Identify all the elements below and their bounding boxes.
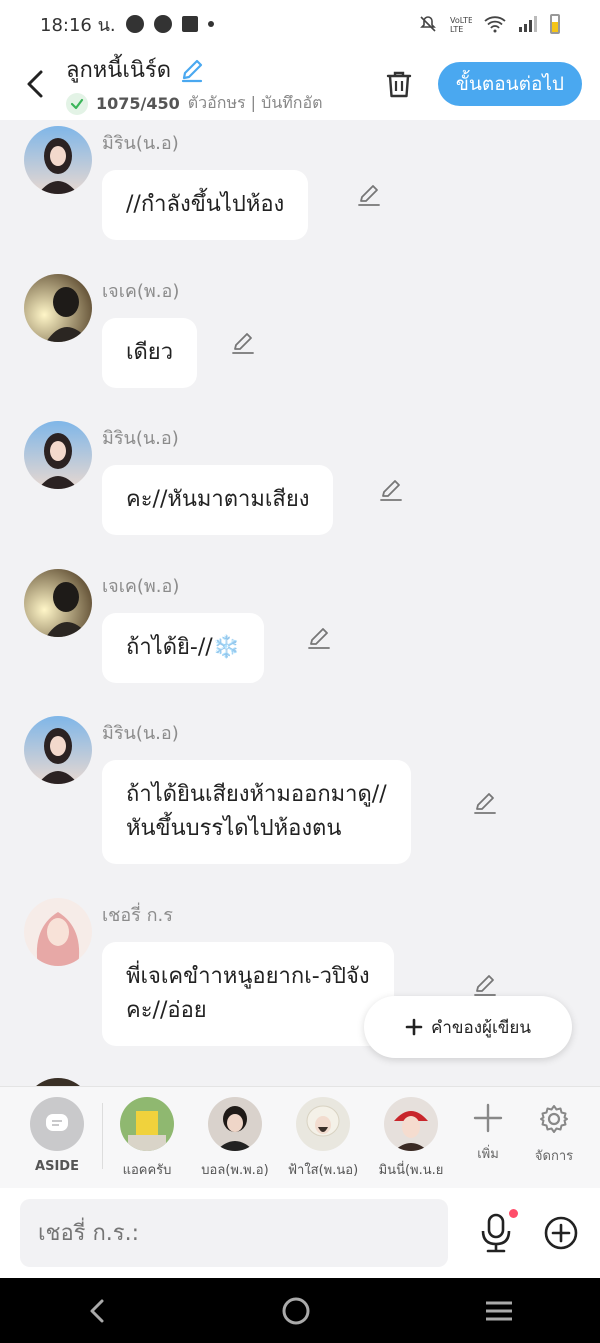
- character-aside[interactable]: ASIDE: [12, 1097, 102, 1174]
- chevron-left-icon: [27, 70, 43, 98]
- sender-name: เจเค(พ.อ): [102, 281, 180, 302]
- mute-icon: [420, 16, 436, 32]
- message-bubble[interactable]: พี่เจเคขำาหนูอยากเ-วปิจัง คะ//อ่อย: [102, 942, 394, 1046]
- message-bubble[interactable]: //กำลังขึ้นไปห้อง: [102, 170, 309, 240]
- svg-text:LTE: LTE: [450, 25, 463, 33]
- sender-name: มิริน(น.อ): [102, 723, 179, 744]
- character-label: แอคครับ: [122, 1163, 172, 1178]
- nav-home-icon[interactable]: [281, 1296, 311, 1326]
- back-button[interactable]: [10, 54, 60, 114]
- voice-button[interactable]: [478, 1209, 518, 1253]
- message-input[interactable]: [20, 1199, 448, 1267]
- chat-bubble-icon: [46, 1114, 68, 1131]
- facebook-icon: [181, 16, 198, 32]
- edit-message-icon[interactable]: [356, 182, 382, 208]
- manage-characters-button[interactable]: จัดการ: [521, 1103, 587, 1166]
- avatar: [208, 1097, 262, 1151]
- sender-name: เจเค(พ.อ): [102, 576, 180, 597]
- edit-title-icon[interactable]: [179, 57, 205, 83]
- message-bubble[interactable]: คะ//หันมาตามเสียง: [102, 465, 334, 535]
- character-label: มินนี่(พ.น.ย: [378, 1163, 444, 1178]
- edit-message-icon[interactable]: [472, 790, 498, 816]
- messenger-icon: [125, 15, 144, 33]
- character-count-unit: ตัวอักษร | บันทึกอัต: [187, 93, 323, 112]
- edit-message-icon[interactable]: [378, 477, 404, 503]
- avatar[interactable]: [24, 421, 92, 489]
- status-bar: 18:16 น. VoLTE LTE: [0, 0, 600, 48]
- sender-name: เชอรี่ ก.ร: [102, 905, 173, 926]
- add-character-button[interactable]: เพิ่ม: [455, 1103, 521, 1164]
- avatar[interactable]: [24, 898, 92, 966]
- story-title: ลูกหนี้เนิร์ด: [66, 58, 172, 83]
- character-option[interactable]: ฟ้าใส(พ.นอ): [279, 1097, 367, 1180]
- svg-text:VoLTE: VoLTE: [450, 16, 472, 25]
- author-note-button[interactable]: คำของผู้เขียน: [364, 996, 572, 1058]
- character-label: บอล(พ.พ.อ): [201, 1163, 269, 1178]
- avatar[interactable]: [24, 569, 92, 637]
- plus-icon: [473, 1103, 503, 1133]
- wifi-icon: [484, 16, 506, 33]
- character-option[interactable]: บอล(พ.พ.อ): [191, 1097, 279, 1180]
- delete-button[interactable]: [374, 59, 424, 109]
- edit-message-icon[interactable]: [472, 972, 498, 998]
- microphone-icon: [481, 1213, 511, 1253]
- character-bar: ASIDE แอคครับ บอล(พ.พ.อ) ฟ้าใส(พ.นอ) มิน…: [0, 1086, 600, 1188]
- plus-icon: [405, 1018, 423, 1036]
- avatar: [384, 1097, 438, 1151]
- more-notifications-icon: [207, 21, 214, 27]
- next-step-button[interactable]: ขั้นตอนต่อไป: [437, 62, 582, 106]
- signal-icon: [519, 16, 537, 32]
- character-count: 1075/450: [96, 94, 180, 113]
- app-notification-icon: [153, 15, 172, 33]
- sender-name: มิริน(น.อ): [102, 133, 179, 154]
- manage-characters-label: จัดการ: [534, 1149, 574, 1164]
- avatar[interactable]: [24, 126, 92, 194]
- aside-avatar: [30, 1097, 84, 1151]
- nav-recents-icon[interactable]: [484, 1299, 514, 1323]
- add-content-icon[interactable]: [544, 1216, 578, 1250]
- author-note-label: คำของผู้เขียน: [430, 1017, 532, 1038]
- message-bubble[interactable]: ถ้าได้ยิ-//❄️: [102, 613, 265, 683]
- notification-dot: [509, 1209, 518, 1218]
- nav-back-icon[interactable]: [86, 1298, 108, 1324]
- composer-bar: [0, 1188, 600, 1278]
- saved-check-icon: [66, 92, 88, 115]
- battery-icon: [550, 14, 560, 34]
- avatar[interactable]: [24, 716, 92, 784]
- message-bubble[interactable]: ถ้าได้ยินเสียงห้ามออกมาดู// หันขึ้นบรรได…: [102, 760, 411, 864]
- avatar: [296, 1097, 350, 1151]
- editor-header: ลูกหนี้เนิร์ด 1075/450 ตัวอักษร | บันทึก…: [0, 48, 600, 120]
- add-character-label: เพิ่ม: [477, 1147, 499, 1162]
- character-option[interactable]: มินนี่(พ.น.ย: [367, 1097, 455, 1180]
- character-option[interactable]: แอคครับ: [103, 1097, 191, 1180]
- gear-icon: [540, 1105, 568, 1133]
- edit-message-icon[interactable]: [230, 330, 256, 356]
- sender-name: มิริน(น.อ): [102, 428, 179, 449]
- avatar: [120, 1097, 174, 1151]
- edit-message-icon[interactable]: [306, 625, 332, 651]
- avatar[interactable]: [24, 1078, 92, 1086]
- chat-area[interactable]: มิริน(น.อ) //กำลังขึ้นไปห้อง เจเค(พ.อ) เ…: [0, 120, 600, 1086]
- message-bubble[interactable]: เดียว: [102, 318, 198, 388]
- avatar[interactable]: [24, 274, 92, 342]
- character-label: ASIDE: [35, 1159, 79, 1174]
- system-nav-bar: [0, 1278, 600, 1343]
- status-time: 18:16 น.: [40, 14, 116, 36]
- volte-icon: VoLTELTE: [450, 16, 472, 33]
- trash-icon: [386, 71, 412, 98]
- character-label: ฟ้าใส(พ.นอ): [287, 1163, 359, 1178]
